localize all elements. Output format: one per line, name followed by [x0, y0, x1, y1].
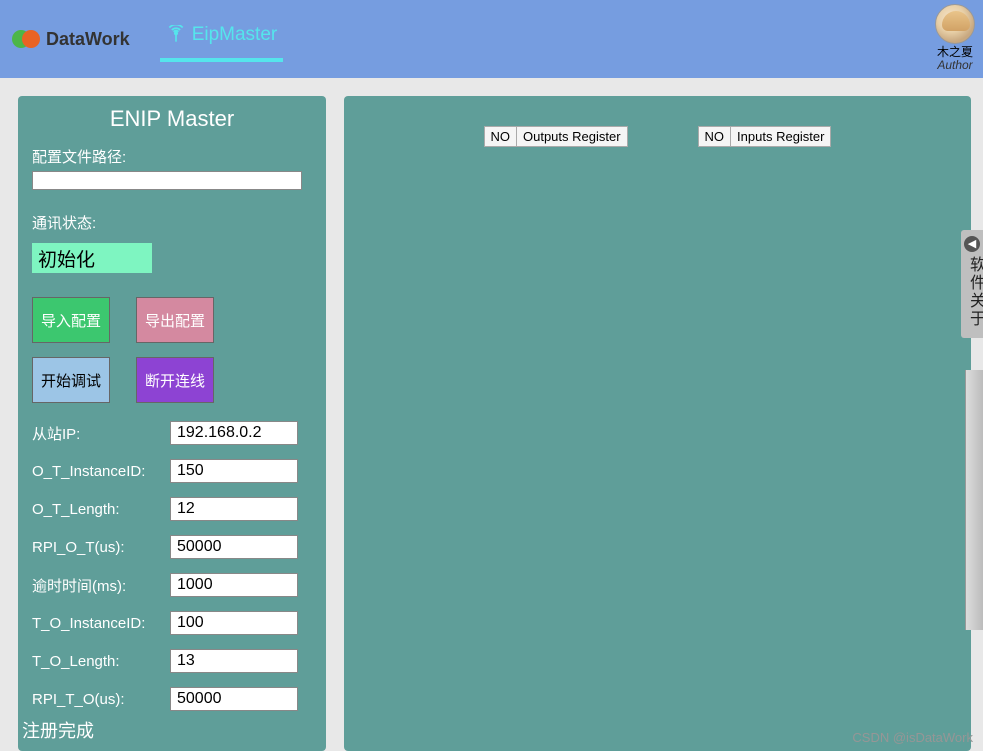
brand-text: DataWork: [46, 29, 130, 50]
outputs-no-header: NO: [484, 127, 517, 147]
inputs-register-table[interactable]: NO Inputs Register: [698, 126, 832, 147]
main-area: NO Outputs Register NO Inputs Register: [344, 96, 971, 751]
side-panel: ENIP Master 配置文件路径: 通讯状态: 初始化 导入配置 导出配置 …: [18, 96, 326, 751]
author-subtitle: Author: [935, 59, 975, 72]
ot-length-label: O_T_Length:: [32, 501, 162, 518]
comm-status-label: 通讯状态:: [32, 212, 312, 233]
inputs-no-header: NO: [698, 127, 731, 147]
timeout-input[interactable]: [170, 573, 298, 597]
brand-logo: DataWork: [12, 29, 130, 50]
author-block: 木之夏 Author: [935, 4, 975, 72]
start-debug-button[interactable]: 开始调试: [32, 357, 110, 403]
rpi-to-input[interactable]: [170, 687, 298, 711]
about-drawer[interactable]: ◀ 软件关于: [961, 230, 983, 338]
import-config-button[interactable]: 导入配置: [32, 297, 110, 343]
ot-instance-input[interactable]: [170, 459, 298, 483]
timeout-label: 逾时时间(ms):: [32, 575, 162, 596]
avatar: [935, 4, 975, 44]
top-bar: DataWork EipMaster 木之夏 Author: [0, 0, 983, 78]
nav-tabs: EipMaster: [160, 16, 284, 62]
config-path-label: 配置文件路径:: [32, 146, 312, 167]
rpi-ot-label: RPI_O_T(us):: [32, 539, 162, 556]
tab-eipmaster-label: EipMaster: [192, 24, 278, 46]
to-instance-input[interactable]: [170, 611, 298, 635]
to-length-input[interactable]: [170, 649, 298, 673]
antenna-icon: [166, 25, 186, 45]
outputs-register-header: Outputs Register: [517, 127, 628, 147]
to-instance-label: T_O_InstanceID:: [32, 615, 162, 632]
ot-instance-label: O_T_InstanceID:: [32, 463, 162, 480]
content-area: ENIP Master 配置文件路径: 通讯状态: 初始化 导入配置 导出配置 …: [0, 78, 983, 751]
config-path-input[interactable]: [32, 171, 302, 190]
rpi-ot-input[interactable]: [170, 535, 298, 559]
scrollbar[interactable]: [965, 370, 983, 630]
ot-length-input[interactable]: [170, 497, 298, 521]
comm-status-value: 初始化: [32, 243, 152, 273]
fields-group: 从站IP: O_T_InstanceID: O_T_Length: RPI_O_…: [32, 421, 312, 711]
chevron-left-icon[interactable]: ◀: [964, 236, 980, 252]
to-length-label: T_O_Length:: [32, 653, 162, 670]
watermark: CSDN @isDataWork: [852, 730, 973, 745]
logo-icon: [12, 30, 40, 48]
outputs-register-table[interactable]: NO Outputs Register: [484, 126, 628, 147]
slave-ip-input[interactable]: [170, 421, 298, 445]
inputs-register-header: Inputs Register: [731, 127, 831, 147]
tab-eipmaster[interactable]: EipMaster: [160, 16, 284, 62]
panel-title: ENIP Master: [32, 106, 312, 132]
export-config-button[interactable]: 导出配置: [136, 297, 214, 343]
register-status: 注册完成: [22, 717, 312, 743]
rpi-to-label: RPI_T_O(us):: [32, 691, 162, 708]
disconnect-button[interactable]: 断开连线: [136, 357, 214, 403]
about-drawer-label: 软件关于: [963, 256, 983, 328]
slave-ip-label: 从站IP:: [32, 423, 162, 444]
